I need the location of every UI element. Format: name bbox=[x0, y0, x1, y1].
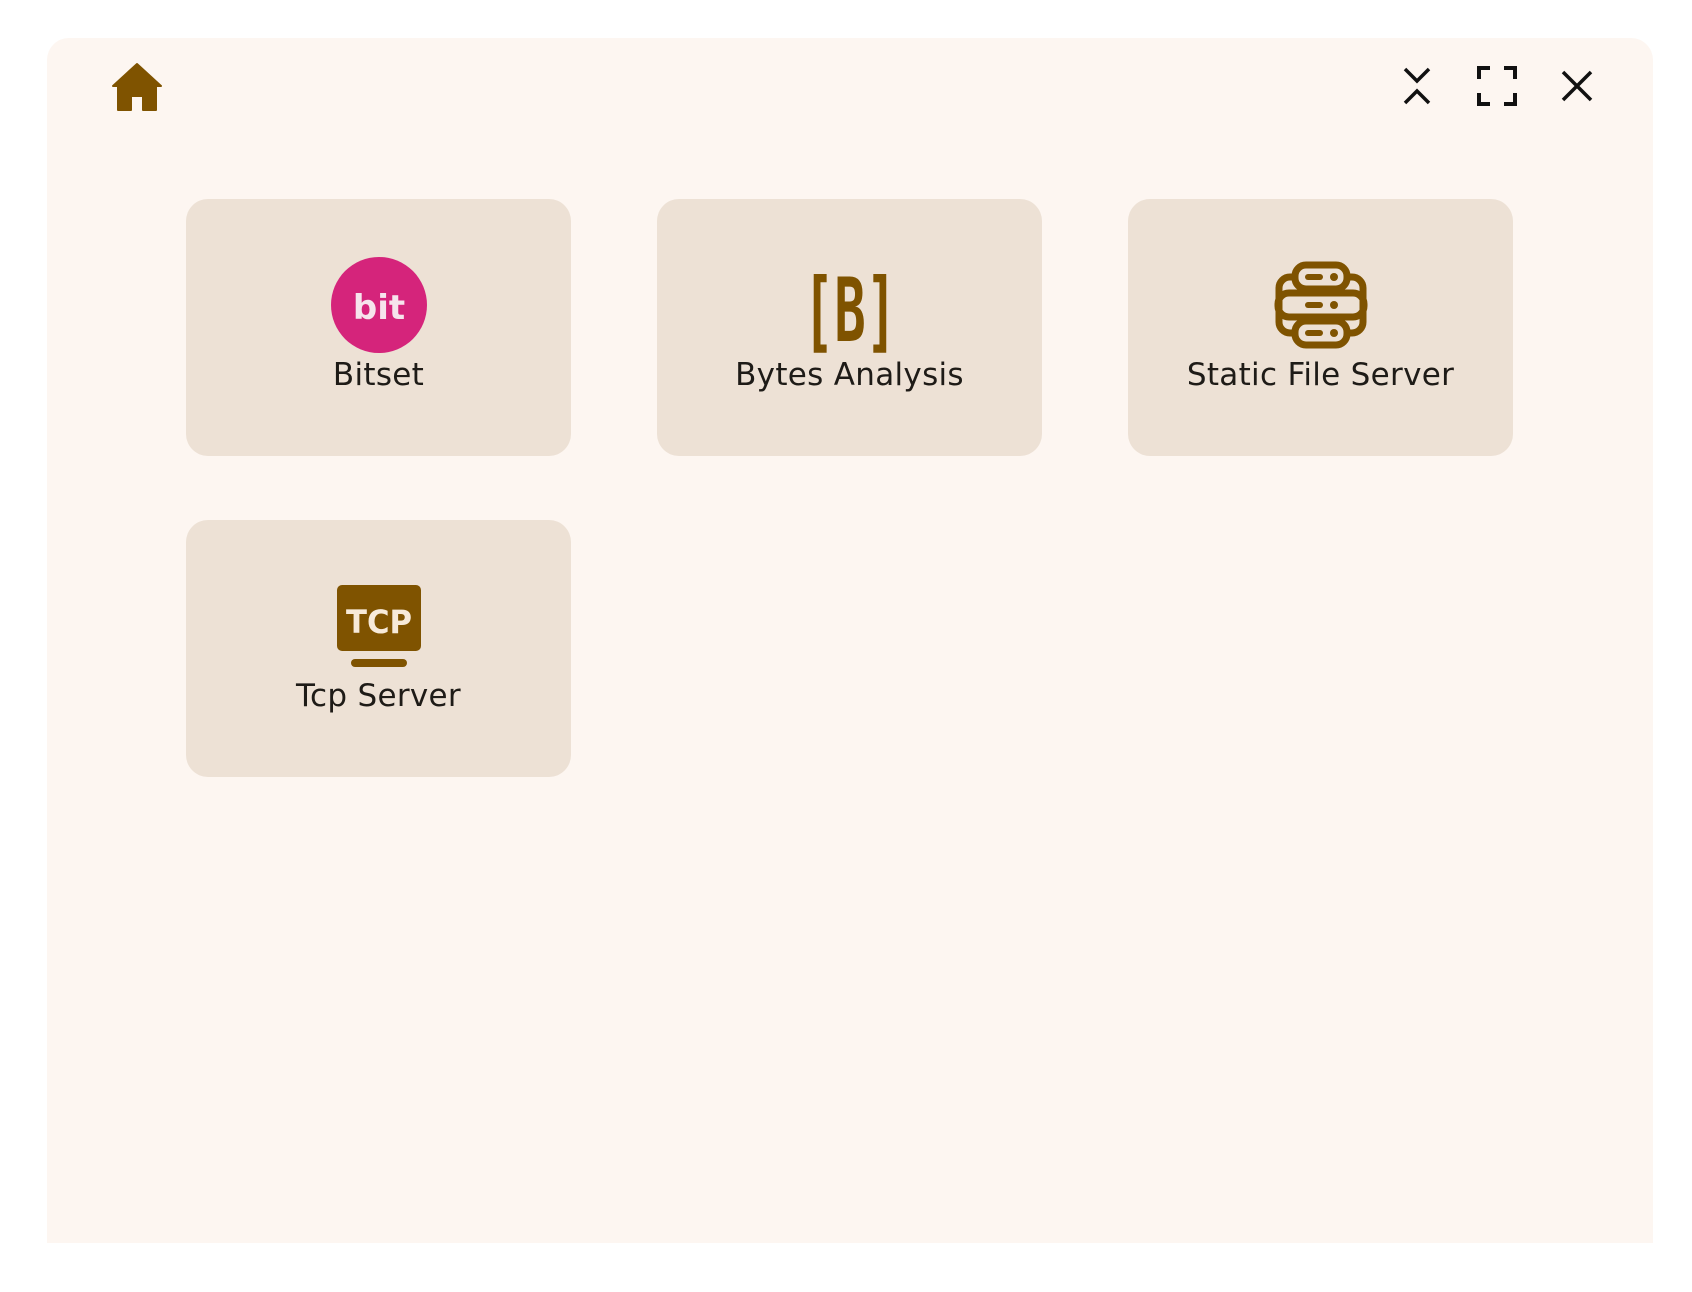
tcp-monitor-icon: TCP bbox=[329, 576, 429, 676]
fullscreen-button[interactable] bbox=[1471, 60, 1523, 112]
bitset-icon: bit bbox=[329, 255, 429, 355]
app-card-bitset[interactable]: bit Bitset bbox=[186, 199, 571, 456]
app-label-bytes-analysis: Bytes Analysis bbox=[735, 357, 964, 393]
app-grid: bit Bitset [B] Bytes Analysis Static Fil… bbox=[186, 199, 1513, 777]
collapse-icon bbox=[1403, 67, 1431, 105]
app-label-static-file-server: Static File Server bbox=[1186, 357, 1455, 393]
bytes-icon-text: [B] bbox=[803, 259, 897, 355]
tcp-icon-text: TCP bbox=[346, 603, 412, 641]
app-window: bit Bitset [B] Bytes Analysis Static Fil… bbox=[47, 38, 1653, 1243]
app-label-tcp-server: Tcp Server bbox=[296, 678, 461, 714]
home-icon bbox=[112, 63, 162, 111]
server-stack-icon bbox=[1271, 255, 1371, 355]
close-button[interactable] bbox=[1551, 60, 1603, 112]
bytes-bracket-icon: [B] bbox=[800, 255, 900, 355]
collapse-button[interactable] bbox=[1391, 60, 1443, 112]
app-card-static-file-server[interactable]: Static File Server bbox=[1128, 199, 1513, 456]
app-card-bytes-analysis[interactable]: [B] Bytes Analysis bbox=[657, 199, 1042, 456]
bitset-icon-text: bit bbox=[352, 288, 404, 328]
window-controls bbox=[1391, 60, 1603, 112]
close-icon bbox=[1561, 70, 1593, 102]
app-label-bitset: Bitset bbox=[332, 357, 425, 393]
fullscreen-icon bbox=[1477, 66, 1517, 106]
app-card-tcp-server[interactable]: TCP Tcp Server bbox=[186, 520, 571, 777]
home-button[interactable] bbox=[109, 58, 165, 114]
